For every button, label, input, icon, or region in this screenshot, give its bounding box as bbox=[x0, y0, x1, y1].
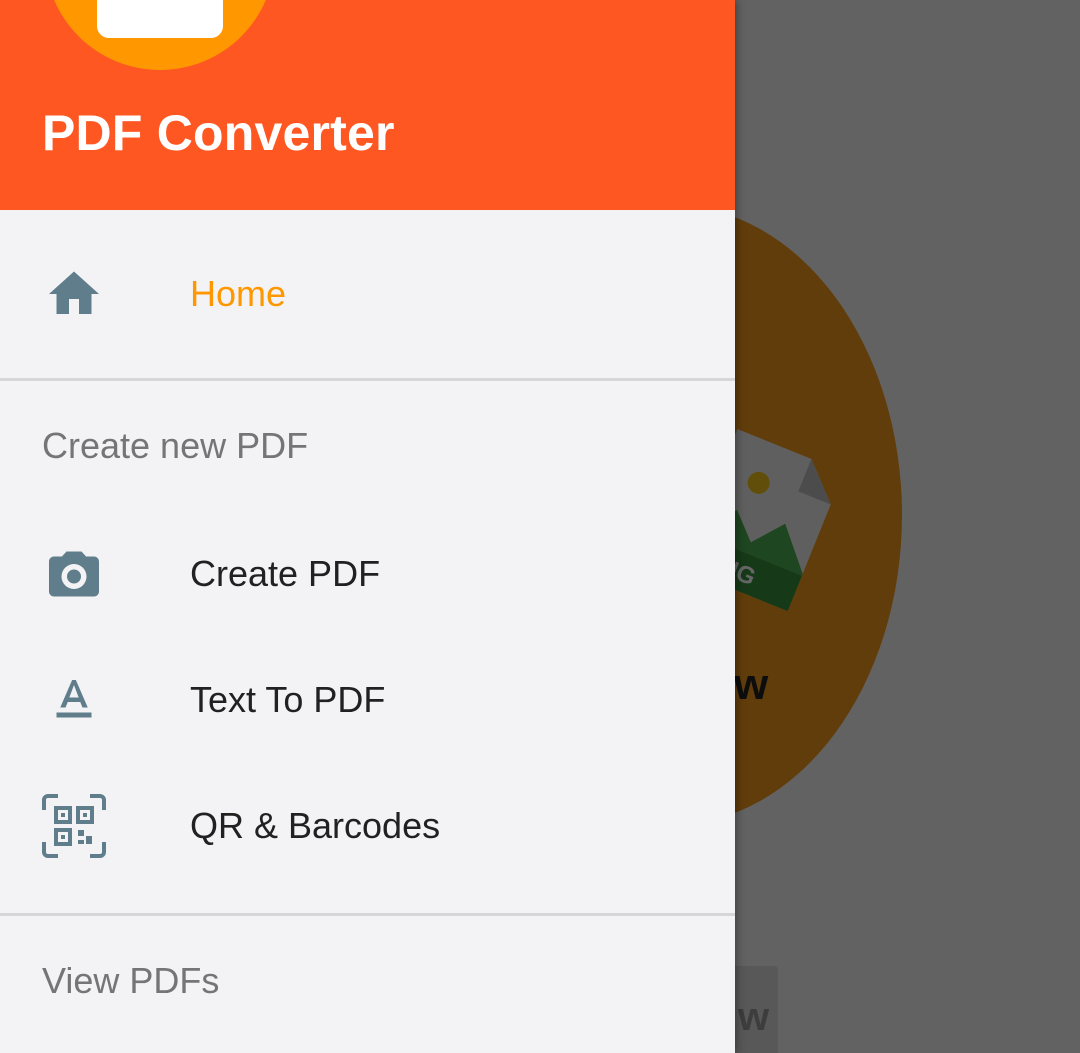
nav-item-text-to-pdf[interactable]: Text To PDF bbox=[0, 637, 735, 763]
nav-item-label: Create PDF bbox=[190, 553, 381, 594]
navigation-drawer: PDF Converter Home Create new PDF Create… bbox=[0, 0, 735, 1053]
section-header-label: Create new PDF bbox=[42, 425, 309, 466]
section-header-view: View PDFs bbox=[0, 916, 735, 1046]
logo-document-icon bbox=[97, 0, 223, 38]
nav-item-create-pdf[interactable]: Create PDF bbox=[0, 511, 735, 637]
camera-icon bbox=[42, 542, 106, 606]
app-logo bbox=[45, 0, 275, 70]
text-format-icon bbox=[42, 668, 106, 732]
qr-code-scan-icon bbox=[42, 794, 106, 858]
section-header-label: View PDFs bbox=[42, 960, 220, 1001]
section-header-create: Create new PDF bbox=[0, 381, 735, 511]
drawer-header: PDF Converter bbox=[0, 0, 735, 210]
screen: PNG w w PDF Converter Home Create new PD… bbox=[0, 0, 1080, 1053]
home-icon bbox=[42, 262, 106, 326]
nav-item-label: Text To PDF bbox=[190, 679, 386, 720]
nav-item-home[interactable]: Home bbox=[0, 210, 735, 378]
nav-item-qr-barcodes[interactable]: QR & Barcodes bbox=[0, 763, 735, 889]
nav-item-label: Home bbox=[190, 273, 287, 314]
app-title: PDF Converter bbox=[42, 105, 395, 161]
nav-item-label: QR & Barcodes bbox=[190, 805, 441, 846]
